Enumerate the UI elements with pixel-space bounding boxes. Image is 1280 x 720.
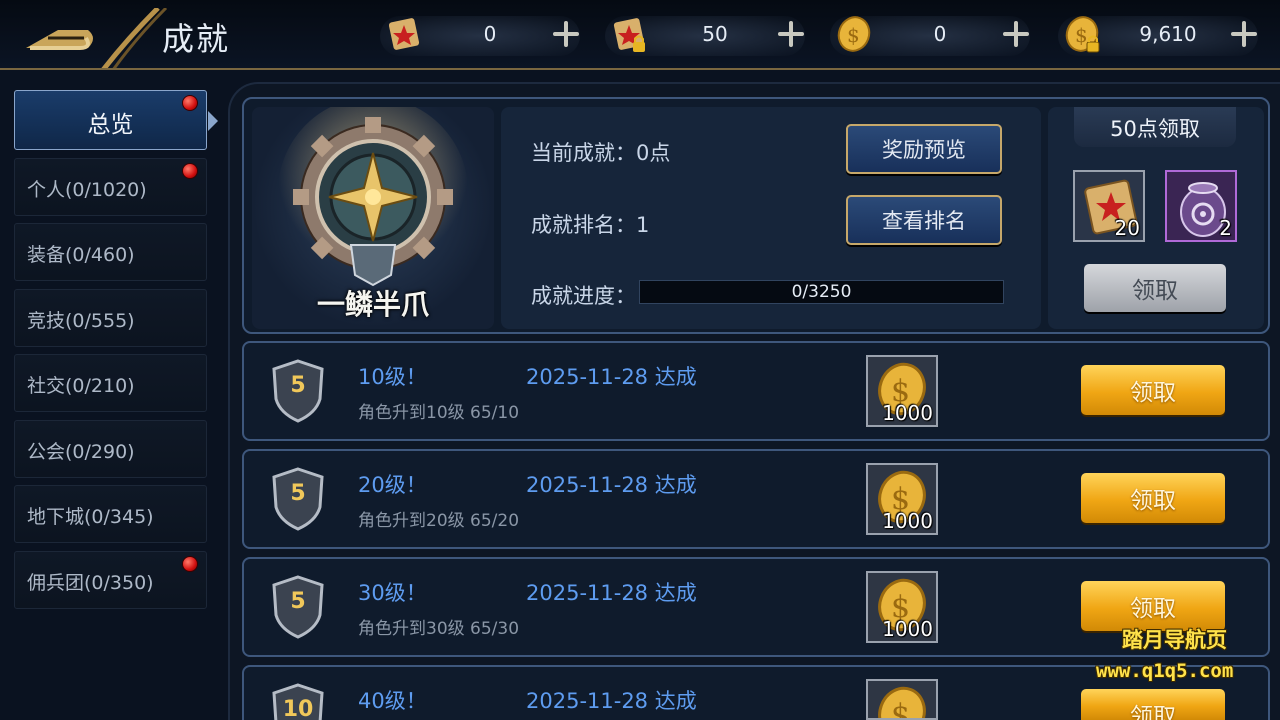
- locked-gold-coin-icon: $: [1060, 12, 1104, 56]
- notification-dot-icon: [182, 555, 198, 572]
- milestone-title: 50点领取: [1074, 107, 1236, 147]
- svg-text:$: $: [891, 698, 910, 720]
- currency-locked-gold-coin: $ 9,610: [1058, 10, 1278, 60]
- reward-item-slot[interactable]: 20: [1073, 170, 1145, 242]
- achievement-title: 30级！: [358, 581, 427, 605]
- achievement-row: 5 20级！ 2025-11-28 达成 角色升到20级 65/20 $ 100…: [242, 449, 1270, 549]
- achievement-title: 40级！: [358, 689, 427, 713]
- sidebar-item-mercenary[interactable]: 佣兵团(0/350): [14, 550, 207, 609]
- gold-coin-icon: $: [832, 12, 876, 56]
- item-count: 1000: [882, 401, 933, 425]
- achievement-info: 当前成就：0点 成就排名：1 成就进度： 奖励预览 查看排名 0/3250: [501, 107, 1041, 329]
- gold-coin-icon: $: [878, 686, 926, 720]
- watermark-title: 踏月导航页: [1122, 628, 1227, 652]
- locked-summon-scroll-icon: [607, 12, 651, 56]
- item-count: 2: [1219, 216, 1232, 240]
- back-arrow-icon[interactable]: [18, 6, 168, 72]
- sidebar-item-label: 竞技(0/555): [27, 309, 135, 332]
- level-badge-number: 5: [290, 373, 306, 398]
- add-currency-button[interactable]: [1228, 18, 1260, 50]
- achievement-badge: 一鳞半爪: [252, 107, 494, 329]
- item-count: 20: [1114, 216, 1140, 240]
- add-currency-button[interactable]: [1000, 18, 1032, 50]
- add-currency-button[interactable]: [775, 18, 807, 50]
- category-sidebar: 总览 个人(0/1020) 装备(0/460) 竞技(0/555) 社交(0/2…: [14, 90, 218, 616]
- claim-achievement-button[interactable]: 领取: [1081, 689, 1225, 720]
- achievement-date: 2025-11-28 达成: [526, 365, 697, 389]
- claim-achievement-button[interactable]: 领取: [1081, 365, 1225, 415]
- page-title: 成就: [162, 20, 231, 58]
- summon-scroll-icon: [382, 12, 426, 56]
- progress-label: 成就进度：: [531, 284, 636, 308]
- achievement-description: 角色升到30级 65/30: [358, 619, 520, 639]
- achievement-description: 角色升到10级 65/10: [358, 403, 520, 423]
- watermark-url: www.q1q5.com: [1096, 660, 1234, 682]
- notification-dot-icon: [182, 95, 198, 111]
- currency-summon-scroll: 0: [380, 10, 600, 60]
- currency-locked-summon-scroll: 50: [605, 10, 825, 60]
- sidebar-item-overview[interactable]: 总览: [14, 90, 218, 150]
- reward-item-slot[interactable]: $ 1000: [866, 355, 938, 427]
- milestone-reward-panel: 50点领取 20 2 领取: [1048, 107, 1264, 329]
- sidebar-item-guild[interactable]: 公会(0/290): [14, 419, 207, 478]
- item-count: 1000: [882, 509, 933, 533]
- achievement-date: 2025-11-28 达成: [526, 473, 697, 497]
- currency-value: 50: [702, 22, 728, 46]
- achievement-date: 2025-11-28 达成: [526, 689, 697, 713]
- claim-milestone-button[interactable]: 领取: [1084, 264, 1226, 312]
- reward-preview-button[interactable]: 奖励预览: [846, 124, 1002, 174]
- achievement-row: 5 10级！ 2025-11-28 达成 角色升到10级 65/10 $ 100…: [242, 341, 1270, 441]
- sidebar-item-label: 社交(0/210): [27, 375, 135, 397]
- view-ranking-button[interactable]: 查看排名: [846, 195, 1002, 245]
- achievement-date: 2025-11-28 达成: [526, 581, 697, 605]
- level-badge-number: 5: [290, 589, 306, 614]
- currency-value: 0: [933, 22, 947, 46]
- sidebar-item-label: 总览: [87, 112, 134, 138]
- item-count: 1000: [882, 617, 933, 641]
- sidebar-item-label: 个人(0/1020): [27, 178, 147, 201]
- sidebar-item-dungeon[interactable]: 地下城(0/345): [14, 485, 207, 543]
- badge-name: 一鳞半爪: [316, 288, 429, 321]
- sidebar-item-label: 装备(0/460): [27, 244, 135, 266]
- claim-achievement-button[interactable]: 领取: [1081, 473, 1225, 523]
- progress-text: 0/3250: [791, 282, 852, 302]
- achievement-row: 5 30级！ 2025-11-28 达成 角色升到30级 65/30 $ 100…: [242, 557, 1270, 657]
- reward-item-slot[interactable]: $: [866, 679, 938, 720]
- sidebar-item-personal[interactable]: 个人(0/1020): [14, 157, 207, 216]
- currency-value: 9,610: [1139, 22, 1197, 46]
- reward-item-slot[interactable]: $ 1000: [866, 571, 938, 643]
- sidebar-item-arena[interactable]: 竞技(0/555): [14, 288, 207, 347]
- currency-gold-coin: $ 0: [830, 10, 1050, 60]
- sidebar-item-social[interactable]: 社交(0/210): [14, 354, 207, 412]
- level-badge-number: 10: [282, 697, 314, 720]
- achievement-description: 角色升到20级 65/20: [358, 511, 520, 531]
- sidebar-item-equipment[interactable]: 装备(0/460): [14, 223, 207, 281]
- top-bar: 成就 0 50 $ 0 $ 9,610: [0, 0, 1280, 72]
- sidebar-item-label: 公会(0/290): [27, 440, 135, 463]
- sidebar-item-label: 佣兵团(0/350): [27, 571, 154, 594]
- current-points-text: 当前成就：0点: [531, 141, 671, 165]
- add-currency-button[interactable]: [550, 18, 582, 50]
- achievement-title: 10级！: [358, 365, 427, 389]
- rank-text: 成就排名：1: [531, 213, 650, 237]
- notification-dot-icon: [182, 162, 198, 179]
- sidebar-item-label: 地下城(0/345): [27, 506, 154, 528]
- achievement-progress-bar: 0/3250: [639, 280, 1004, 304]
- reward-item-slot[interactable]: 2: [1165, 170, 1237, 242]
- reward-item-slot[interactable]: $ 1000: [866, 463, 938, 535]
- svg-text:$: $: [1075, 23, 1088, 47]
- achievement-title: 20级！: [358, 473, 427, 497]
- svg-text:$: $: [847, 23, 860, 47]
- level-badge-number: 5: [290, 481, 306, 506]
- achievement-summary-panel: 一鳞半爪 当前成就：0点 成就排名：1 成就进度： 奖励预览 查看排名 0/32…: [242, 97, 1270, 334]
- currency-value: 0: [483, 22, 497, 46]
